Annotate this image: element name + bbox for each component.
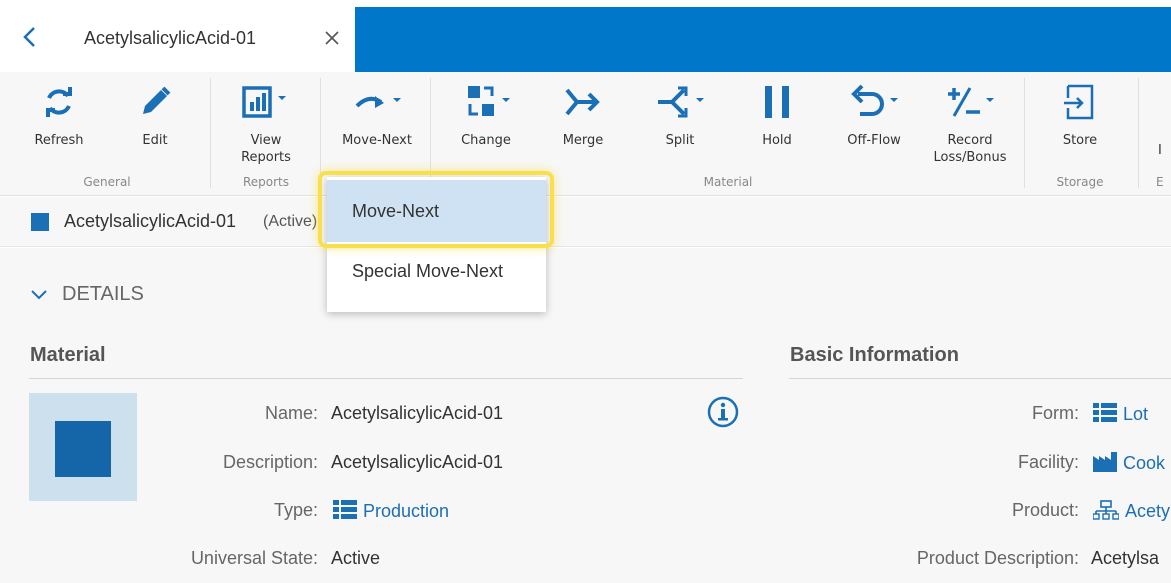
group-reports-label: Reports bbox=[242, 175, 290, 189]
report-chart-icon bbox=[242, 86, 286, 118]
factory-icon bbox=[1093, 452, 1117, 472]
chevron-down-icon bbox=[31, 289, 47, 299]
merge-button[interactable]: Merge bbox=[546, 78, 620, 168]
view-reports-label: View Reports bbox=[241, 133, 291, 165]
hold-button[interactable]: Hold bbox=[740, 78, 814, 168]
split-button[interactable]: Split bbox=[640, 78, 720, 168]
entity-state: (Active) bbox=[263, 213, 318, 230]
facility-value[interactable]: Cook bbox=[1093, 452, 1165, 474]
tab-bar-fill bbox=[355, 7, 1171, 72]
tab-title: AcetylsalicylicAcid-01 bbox=[84, 28, 257, 48]
product-label: Product: bbox=[1011, 500, 1079, 520]
product-structure-icon bbox=[1093, 500, 1119, 520]
universal-state-label: Universal State: bbox=[190, 548, 318, 568]
change-icon bbox=[468, 86, 510, 116]
hold-label: Hold bbox=[762, 133, 792, 148]
type-link[interactable]: Production bbox=[363, 501, 449, 521]
facility-label: Facility: bbox=[1017, 452, 1079, 472]
ribbon-separator bbox=[320, 78, 321, 188]
move-next-label: Move-Next bbox=[342, 133, 412, 148]
material-section-title: Material bbox=[30, 344, 106, 366]
product-link[interactable]: Acety bbox=[1125, 501, 1170, 521]
record-loss-bonus-button[interactable]: Record Loss/Bonus bbox=[924, 78, 1016, 168]
material-color-icon bbox=[31, 213, 49, 231]
move-next-icon bbox=[355, 96, 401, 108]
ribbon-separator bbox=[430, 78, 431, 188]
form-label: Form: bbox=[1032, 403, 1079, 423]
undo-arrow-icon bbox=[851, 84, 898, 116]
section-divider bbox=[789, 378, 1171, 379]
pencil-icon bbox=[143, 86, 171, 114]
entity-name: AcetylsalicylicAcid-01 bbox=[64, 211, 237, 231]
list-icon bbox=[1093, 403, 1117, 422]
entity-header: AcetylsalicylicAcid-01 (Active) bbox=[0, 197, 1171, 247]
partial-ribbon-button[interactable]: I bbox=[1150, 78, 1171, 168]
merge-icon bbox=[565, 88, 600, 116]
plus-minus-icon bbox=[948, 87, 994, 117]
product-value[interactable]: Acety bbox=[1093, 500, 1170, 522]
basic-info-section-title: Basic Information bbox=[790, 344, 959, 366]
pause-icon bbox=[765, 86, 789, 118]
group-partial-label: E bbox=[1156, 175, 1164, 189]
edit-button[interactable]: Edit bbox=[118, 78, 192, 168]
off-flow-button[interactable]: Off-Flow bbox=[832, 78, 916, 168]
ribbon-separator bbox=[1024, 78, 1025, 188]
facility-link[interactable]: Cook bbox=[1123, 453, 1165, 473]
ribbon-separator bbox=[1138, 78, 1139, 188]
move-next-button[interactable]: Move-Next bbox=[332, 78, 422, 168]
details-panel: DETAILS Material Name: AcetylsalicylicAc… bbox=[0, 248, 1171, 583]
form-value[interactable]: Lot bbox=[1093, 403, 1148, 425]
split-label: Split bbox=[665, 133, 695, 148]
details-toggle[interactable]: DETAILS bbox=[30, 283, 144, 306]
section-divider bbox=[29, 378, 743, 379]
refresh-button[interactable]: Refresh bbox=[22, 78, 96, 168]
group-storage-label: Storage bbox=[1056, 175, 1104, 189]
group-material-label: Material bbox=[703, 175, 753, 189]
description-value: AcetylsalicylicAcid-01 bbox=[331, 452, 504, 472]
universal-state-value: Active bbox=[331, 548, 381, 568]
partial-ribbon-label: I bbox=[1158, 143, 1162, 158]
change-label: Change bbox=[461, 133, 511, 148]
store-icon bbox=[1064, 84, 1094, 120]
back-chevron-icon[interactable] bbox=[14, 22, 44, 52]
move-next-dropdown: Move-Next Special Move-Next bbox=[327, 177, 546, 312]
menu-item-move-next[interactable]: Move-Next bbox=[327, 180, 546, 242]
product-description-label: Product Description: bbox=[916, 548, 1079, 568]
refresh-icon bbox=[46, 87, 72, 117]
ribbon-separator bbox=[210, 78, 211, 188]
menu-item-special-move-next[interactable]: Special Move-Next bbox=[327, 240, 546, 302]
ribbon-toolbar: Refresh Edit View Reports Move-Next Chan… bbox=[0, 72, 1171, 196]
product-description-value: Acetylsa bbox=[1091, 548, 1160, 568]
list-icon bbox=[333, 500, 357, 519]
edit-label: Edit bbox=[142, 133, 168, 148]
info-icon[interactable] bbox=[707, 396, 739, 428]
merge-label: Merge bbox=[562, 133, 604, 148]
store-button[interactable]: Store bbox=[1042, 78, 1118, 168]
description-label: Description: bbox=[222, 452, 318, 472]
tab-bar: AcetylsalicylicAcid-01 bbox=[0, 0, 1171, 72]
store-label: Store bbox=[1062, 133, 1098, 148]
group-general-label: General bbox=[83, 175, 131, 189]
close-icon[interactable] bbox=[320, 26, 344, 50]
change-button[interactable]: Change bbox=[444, 78, 528, 168]
view-reports-button[interactable]: View Reports bbox=[224, 78, 308, 168]
record-loss-bonus-label: Record Loss/Bonus bbox=[933, 133, 1007, 165]
split-icon bbox=[658, 86, 704, 118]
off-flow-label: Off-Flow bbox=[847, 133, 901, 148]
form-link[interactable]: Lot bbox=[1123, 404, 1148, 424]
document-tab[interactable]: AcetylsalicylicAcid-01 bbox=[58, 8, 355, 72]
name-label: Name: bbox=[264, 403, 318, 423]
details-label: DETAILS bbox=[62, 283, 144, 305]
type-value[interactable]: Production bbox=[333, 500, 449, 522]
name-value: AcetylsalicylicAcid-01 bbox=[331, 403, 504, 423]
type-label: Type: bbox=[273, 500, 318, 520]
refresh-label: Refresh bbox=[34, 133, 84, 148]
